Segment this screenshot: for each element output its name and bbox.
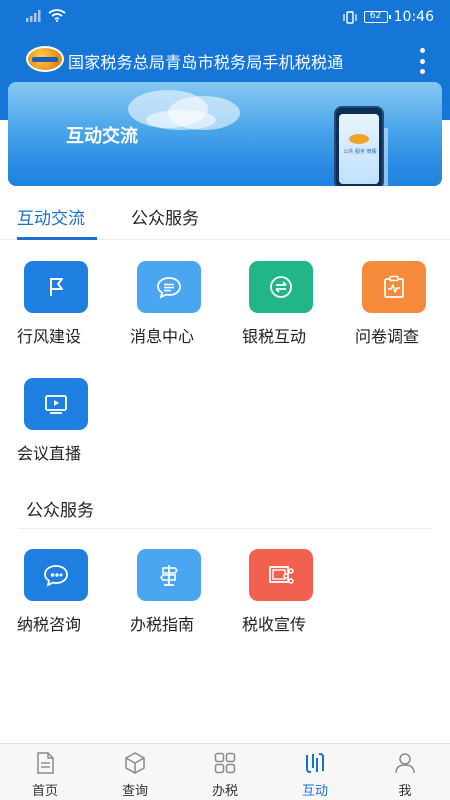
tax-logo-icon	[26, 46, 64, 72]
grid-item-label: 银税互动	[242, 327, 307, 346]
grid-item-message-center[interactable]: 消息中心	[130, 261, 240, 361]
vibrate-icon	[343, 10, 357, 24]
grid-icon	[214, 752, 236, 774]
nav-item-query[interactable]: 查询	[90, 744, 180, 800]
app-screen: 62 10:46 国家税务总局青岛市税务局手机税税通 互动交流 公共 服务 微服…	[0, 0, 450, 800]
chat-quote-icon	[24, 549, 88, 601]
exchange-icon	[249, 261, 313, 313]
user-icon	[395, 753, 415, 774]
grid-item-tax-guide[interactable]: 办税指南	[130, 549, 240, 649]
grid-item-label: 纳税咨询	[17, 615, 82, 634]
grid-item-meeting-live[interactable]: 会议直播	[17, 378, 127, 478]
status-right: 62 10:46	[342, 9, 434, 25]
grid-item-label: 消息中心	[130, 327, 195, 346]
wifi-icon	[48, 9, 66, 22]
section-title-public-service: 公众服务	[26, 501, 94, 521]
status-left	[26, 9, 66, 22]
section-divider	[18, 528, 432, 529]
nav-item-interaction[interactable]: 互动	[270, 744, 360, 800]
grid-item-label: 行风建设	[17, 327, 82, 346]
grid-item-label: 会议直播	[17, 444, 82, 463]
grid-item-bank-tax[interactable]: 银税互动	[242, 261, 352, 361]
banner[interactable]: 互动交流 公共 服务 微服	[8, 82, 442, 186]
nav-label: 办税	[211, 784, 238, 799]
phone-screen: 公共 服务 微服	[339, 114, 379, 184]
nav-label: 查询	[121, 784, 148, 799]
bottom-nav: 首页 查询 办税 互动 我	[0, 743, 450, 800]
signpost-icon	[137, 549, 201, 601]
share-screen-icon	[249, 549, 313, 601]
signal-icon	[26, 9, 41, 22]
home-doc-icon	[37, 752, 54, 774]
video-icon	[24, 378, 88, 430]
nav-item-home[interactable]: 首页	[0, 744, 90, 800]
tab-active-indicator	[17, 237, 97, 240]
more-dot-icon	[419, 48, 425, 53]
nav-label: 互动	[301, 784, 328, 799]
grid-item-style-building[interactable]: 行风建设	[17, 261, 127, 361]
nav-label: 首页	[31, 784, 58, 799]
tab-public-service[interactable]: 公众服务	[131, 204, 199, 229]
more-dot-icon	[419, 69, 425, 74]
banner-title: 互动交流	[66, 126, 138, 147]
battery-icon: 62	[363, 11, 391, 23]
phone-caption: 公共 服务 微服	[343, 149, 377, 155]
flag-icon	[24, 261, 88, 313]
phone-illustration: 公共 服务 微服	[334, 106, 384, 186]
status-bar: 62 10:46	[0, 0, 450, 36]
status-time: 10:46	[393, 9, 434, 25]
grid-item-label: 办税指南	[130, 615, 195, 634]
clipboard-icon	[362, 261, 426, 313]
box-icon	[125, 752, 145, 774]
grid-item-tax-consult[interactable]: 纳税咨询	[17, 549, 127, 649]
app-title: 国家税务总局青岛市税务局手机税税通	[68, 53, 344, 72]
tab-bar: 互动交流 公众服务	[0, 190, 450, 240]
app-bar: 国家税务总局青岛市税务局手机税税通	[0, 40, 450, 80]
phone-logo-icon	[349, 134, 369, 144]
nav-label: 我	[398, 784, 412, 799]
message-icon	[137, 261, 201, 313]
nav-item-me[interactable]: 我	[360, 744, 450, 800]
grid-item-survey[interactable]: 问卷调查	[355, 261, 450, 361]
grid-item-label: 问卷调查	[355, 327, 420, 346]
interaction-icon	[306, 753, 324, 773]
tab-interaction[interactable]: 互动交流	[17, 204, 85, 229]
cloud-decoration	[146, 110, 216, 130]
grid-item-tax-publicity[interactable]: 税收宣传	[242, 549, 352, 649]
more-dot-icon	[419, 58, 425, 64]
nav-item-tax[interactable]: 办税	[180, 744, 270, 800]
grid-item-label: 税收宣传	[242, 615, 307, 634]
more-options-button[interactable]	[416, 48, 428, 74]
